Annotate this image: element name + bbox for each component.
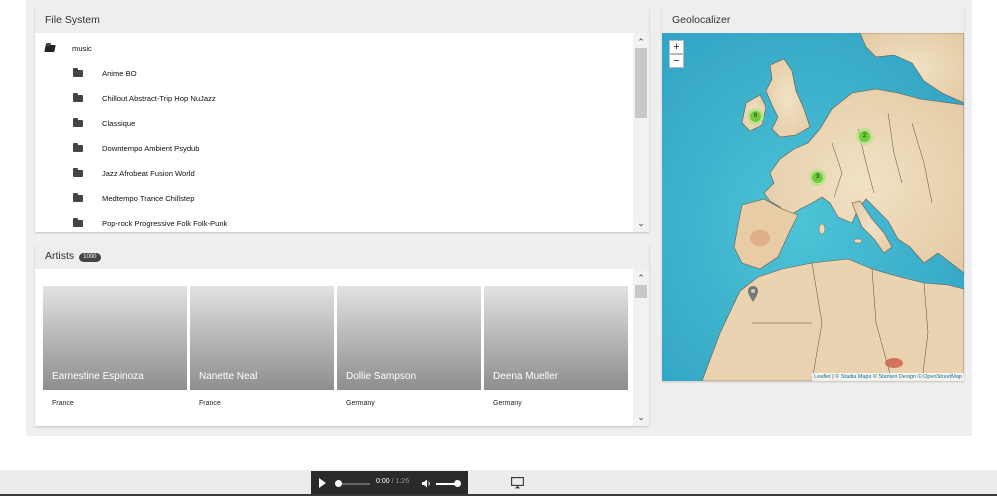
map[interactable]: + − 8 2 3 Leaflet | © Stadia Maps © Stam…	[662, 33, 964, 381]
tree-folder-label: Medtempo Trance Chillstep	[102, 194, 195, 203]
artists-panel: Artists 1000 Earnestine Espinoza France N…	[35, 244, 649, 426]
folder-icon	[73, 93, 83, 102]
tree-folder-item[interactable]: Jazz Afrobeat Fusion World	[73, 166, 593, 182]
artist-country: Germany	[493, 400, 522, 407]
map-attribution: Leaflet | © Stadia Maps © Stamen Design …	[812, 373, 964, 381]
scroll-up-icon[interactable]: ⌃	[634, 272, 648, 284]
artist-name: Dollie Sampson	[346, 371, 417, 382]
scroll-down-icon[interactable]: ⌄	[634, 411, 648, 423]
tree-folder-label: Pop-rock Progressive Folk Folk-Punk	[102, 219, 228, 228]
tree-folder-label: Jazz Afrobeat Fusion World	[102, 169, 195, 178]
artist-card[interactable]: Deena Mueller Germany	[484, 286, 628, 424]
artist-country: France	[199, 400, 221, 407]
time-display: 0:00 / 1:26	[376, 478, 409, 485]
artist-name: Earnestine Espinoza	[52, 371, 144, 382]
tree-folder-label: Chillout Abstract-Trip Hop NuJazz	[102, 94, 216, 103]
tree-folder-item[interactable]: Chillout Abstract-Trip Hop NuJazz	[73, 91, 593, 107]
osm-link[interactable]: © OpenStreetMap	[918, 374, 962, 380]
scrollbar-thumb[interactable]	[635, 285, 647, 298]
scrollbar-thumb[interactable]	[635, 48, 647, 118]
volume-icon[interactable]	[422, 479, 432, 488]
stamen-link[interactable]: © Stamen Design	[873, 374, 916, 380]
seek-bar[interactable]	[338, 483, 370, 485]
zoom-in-button[interactable]: +	[669, 40, 684, 54]
artists-count-badge: 1000	[79, 253, 101, 262]
artists-header: Artists 1000	[35, 244, 649, 269]
map-cluster-marker[interactable]: 8	[747, 108, 764, 125]
seek-handle[interactable]	[335, 480, 342, 487]
folder-open-icon	[44, 45, 56, 52]
map-cluster-marker[interactable]: 2	[856, 128, 873, 145]
current-time: 0:00	[376, 478, 390, 485]
folder-icon	[73, 68, 83, 77]
artist-country: France	[52, 400, 74, 407]
artist-card[interactable]: Dollie Sampson Germany	[337, 286, 481, 424]
artists-title: Artists	[45, 250, 75, 262]
footer-bar	[0, 470, 997, 496]
tree-root-music[interactable]: music	[44, 41, 604, 57]
cast-icon[interactable]	[511, 477, 524, 489]
duration: 1:26	[395, 478, 410, 485]
volume-handle[interactable]	[454, 480, 461, 487]
leaflet-link[interactable]: Leaflet	[814, 374, 831, 380]
tree-folder-item[interactable]: Medtempo Trance Chillstep	[73, 191, 593, 207]
scroll-down-icon[interactable]: ⌄	[634, 217, 648, 229]
map-marker-icon[interactable]	[748, 286, 758, 302]
artist-country: Germany	[346, 400, 375, 407]
scroll-up-icon[interactable]: ⌃	[634, 36, 648, 48]
audio-player: 0:00 / 1:26	[311, 471, 468, 496]
artist-name: Nanette Neal	[199, 371, 258, 382]
artist-card[interactable]: Earnestine Espinoza France	[43, 286, 187, 424]
artists-scrollbar[interactable]: ⌃ ⌄	[633, 269, 649, 426]
artist-name: Deena Mueller	[493, 371, 559, 382]
tree-folder-item[interactable]: Classique	[73, 116, 593, 132]
folder-icon	[73, 143, 83, 152]
folder-icon	[73, 118, 83, 127]
tree-folder-label: Downtempo Ambient Psydub	[102, 144, 200, 153]
map-cluster-marker[interactable]: 3	[809, 169, 826, 186]
tree-folder-label: Anime BO	[102, 69, 137, 78]
file-system-scrollbar[interactable]: ⌃ ⌄	[633, 33, 649, 232]
zoom-out-button[interactable]: −	[669, 54, 684, 68]
folder-icon	[73, 168, 83, 177]
stadia-link[interactable]: © Stadia Maps	[835, 374, 871, 380]
file-system-title: File System	[35, 8, 649, 33]
map-tiles	[662, 33, 964, 381]
file-system-panel: File System music Anime BO Chillout Abst…	[35, 8, 649, 232]
geolocalizer-panel: Geolocalizer + − 8 2 3 Leaflet | © Stadi…	[662, 8, 964, 381]
tree-folder-item[interactable]: Downtempo Ambient Psydub	[73, 141, 593, 157]
folder-icon	[73, 218, 83, 227]
file-system-tree: music Anime BO Chillout Abstract-Trip Ho…	[35, 37, 633, 231]
tree-folder-item[interactable]: Pop-rock Progressive Folk Folk-Punk	[73, 216, 593, 231]
artist-card[interactable]: Nanette Neal France	[190, 286, 334, 424]
geolocalizer-title: Geolocalizer	[662, 8, 964, 33]
tree-folder-label: Classique	[102, 119, 136, 128]
play-icon[interactable]	[319, 478, 326, 488]
tree-root-label: music	[72, 44, 92, 53]
tree-folder-item[interactable]: Anime BO	[73, 66, 593, 82]
folder-icon	[73, 193, 83, 202]
